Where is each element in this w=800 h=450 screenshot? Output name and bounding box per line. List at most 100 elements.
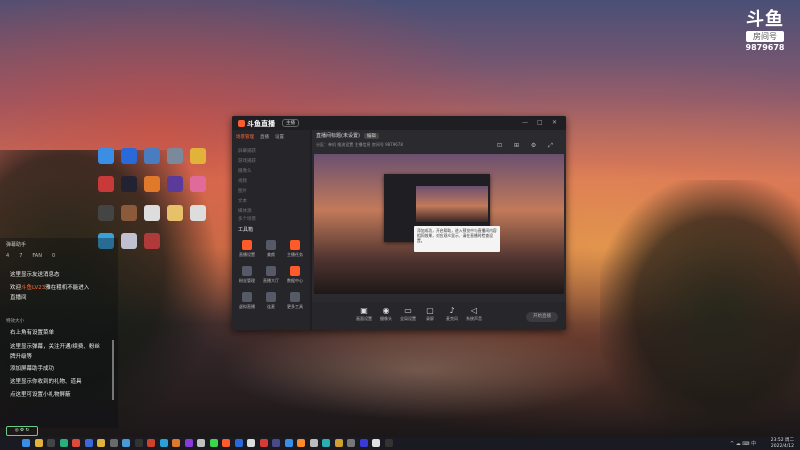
tab-live[interactable]: 直播 [260, 134, 269, 140]
taskbar-clock[interactable]: 23:52 周二 2022/4/12 [764, 438, 794, 449]
scene-item[interactable]: 媒体源 [238, 208, 252, 214]
taskbar: ^ ☁ ⌨ 中 23:52 周二 2022/4/12 [0, 437, 800, 450]
toolbox-title: 工具箱 [238, 227, 254, 233]
taskbar-app-icon[interactable] [22, 439, 30, 447]
browser-icon[interactable] [98, 148, 114, 164]
app-icon[interactable] [144, 176, 160, 192]
taskbar-app-icon[interactable] [234, 439, 243, 447]
app-icon[interactable] [121, 233, 137, 249]
taskbar-app-icon[interactable] [272, 439, 280, 447]
star-icon[interactable] [121, 148, 137, 164]
chat-stat: 7 [19, 253, 23, 259]
taskbar-app-icon[interactable] [259, 439, 268, 447]
scene-item[interactable]: 游戏捕获 [238, 158, 256, 164]
scene-item[interactable]: 屏幕捕获 [238, 148, 256, 154]
tool-live-settings[interactable]: 直播设置 [236, 240, 258, 258]
game-icon[interactable] [144, 233, 160, 249]
stream-title: 直播间标题(未设置) 编辑 [316, 132, 379, 139]
taskbar-app-icon[interactable] [84, 439, 93, 447]
doc-icon[interactable] [190, 205, 206, 221]
app-icon[interactable] [190, 176, 206, 192]
taskbar-app-icon[interactable] [309, 439, 318, 447]
scene-item[interactable]: 摄像头 [238, 168, 252, 174]
taskbar-app-icon[interactable] [334, 439, 343, 447]
recycle-icon[interactable] [144, 148, 160, 164]
taskbar-app-icon[interactable] [384, 439, 393, 447]
tab-scenes[interactable]: 场景管理 [236, 134, 254, 140]
taskbar-app-icon[interactable] [59, 439, 68, 447]
doc-icon[interactable] [144, 205, 160, 221]
tool-data[interactable]: 数据中心 [284, 266, 306, 284]
taskbar-app-icon[interactable] [359, 439, 368, 447]
tool-icon [242, 292, 252, 302]
scene-item[interactable]: 多个场景 [238, 216, 256, 222]
tool-more[interactable]: 更多工具 [284, 292, 306, 310]
taskbar-app-icon[interactable] [372, 439, 380, 447]
chat-stat: 0 [51, 253, 56, 259]
camera-button[interactable]: ◉ 摄像头 [374, 306, 398, 322]
taskbar-app-icon[interactable] [284, 439, 293, 447]
scene-item[interactable]: 文本 [238, 198, 247, 204]
edit-title-button[interactable]: 编辑 [363, 133, 379, 139]
taskbar-app-icon[interactable] [222, 439, 230, 447]
maximize-button[interactable]: □ [537, 119, 543, 126]
taskbar-app-icon[interactable] [197, 439, 205, 447]
chat-message: 添加屏幕助手成功 [10, 366, 55, 372]
stage-bottom-bar: ▣ 画面设置 ◉ 摄像头 ▭ 全局设置 ▢ 录屏 ♪ 麦克风 ◁ 系统声音 开始直播 [312, 302, 566, 330]
stream-preview[interactable]: 添加成功，开启帮助，进入预览中与直播间内容相同效果，对应观众显示、请在直播时检查… [314, 154, 564, 294]
taskbar-app-icon[interactable] [184, 439, 193, 447]
tool-beauty[interactable]: 美颜 [260, 240, 282, 258]
folder-icon[interactable] [167, 205, 183, 221]
taskbar-app-icon[interactable] [47, 439, 55, 447]
taskbar-app-icon[interactable] [172, 439, 180, 447]
tool-fans[interactable]: 粉丝管理 [236, 266, 258, 284]
app-logo: 斗鱼直播 [238, 119, 275, 129]
game-icon[interactable] [121, 205, 137, 221]
taskbar-app-icon[interactable] [97, 439, 105, 447]
taskbar-app-icon[interactable] [109, 439, 118, 447]
tool-virtual[interactable]: 虚拟直播 [236, 292, 258, 310]
tool-hall[interactable]: 直播大厅 [260, 266, 282, 284]
tool-link-mic[interactable]: 连麦 [260, 292, 282, 310]
taskbar-app-icon[interactable] [72, 439, 80, 447]
chrome-icon[interactable] [190, 148, 206, 164]
microphone-button[interactable]: ♪ 麦克风 [440, 306, 464, 322]
game-icon[interactable] [98, 176, 114, 192]
gear-icon[interactable] [167, 148, 183, 164]
wallpaper-trees-right [600, 180, 800, 440]
game-icon[interactable] [121, 176, 137, 192]
tab-settings[interactable]: 设置 [275, 134, 284, 140]
taskbar-app-icon[interactable] [34, 439, 43, 447]
taskbar-app-icon[interactable] [322, 439, 330, 447]
system-audio-button[interactable]: ◁ 系统声音 [462, 306, 486, 322]
taskbar-app-icon[interactable] [297, 439, 305, 447]
record-button[interactable]: ▢ 录屏 [418, 306, 442, 322]
close-button[interactable]: ✕ [552, 119, 557, 126]
minimize-button[interactable]: — [522, 119, 528, 126]
taskbar-app-icon[interactable] [122, 439, 130, 447]
taskbar-app-icon[interactable] [347, 439, 355, 447]
monitor-icon: ▣ [360, 306, 368, 315]
taskbar-app-icon[interactable] [147, 439, 155, 447]
taskbar-app-icon[interactable] [247, 439, 255, 447]
chat-scrollbar[interactable] [112, 340, 114, 400]
person-icon[interactable] [98, 205, 114, 221]
wallpaper-mist [220, 320, 620, 420]
screen-settings-button[interactable]: ▣ 画面设置 [352, 306, 376, 322]
chat-settings-button[interactable]: ◎ ⚙ ↻ [6, 426, 38, 436]
taskbar-app-icon[interactable] [159, 439, 168, 447]
taskbar-app-icon[interactable] [134, 439, 143, 447]
tool-tasks[interactable]: 主播任务 [284, 240, 306, 258]
camera-icon: ◉ [382, 306, 390, 315]
left-panel: 场景管理 直播 设置 屏幕捕获 游戏捕获 摄像头 视频 图片 文本 媒体源 多个… [232, 130, 310, 330]
global-settings-button[interactable]: ▭ 全局设置 [396, 306, 420, 322]
tool-icon [266, 240, 276, 250]
video-icon[interactable] [167, 176, 183, 192]
scene-item[interactable]: 图片 [238, 188, 247, 194]
scene-item[interactable]: 视频 [238, 178, 247, 184]
chat-message: 直播间 [10, 295, 27, 301]
start-live-button[interactable]: 开始直播 [526, 312, 558, 322]
taskbar-app-icon[interactable] [209, 439, 218, 447]
system-tray[interactable]: ^ ☁ ⌨ 中 [730, 440, 756, 447]
stage-toolbar-icons[interactable]: ⊡ ⊞ ⚙ ⤢ [497, 142, 558, 150]
